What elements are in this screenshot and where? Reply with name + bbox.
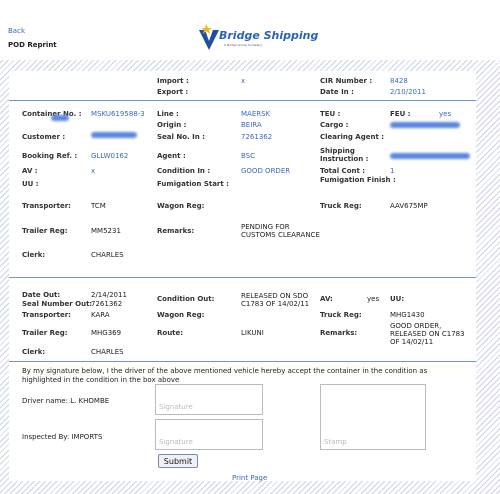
truck-out-label: Truck Reg: (320, 311, 362, 319)
import-value: x (241, 77, 246, 85)
clerk-out-label: Clerk: (22, 348, 46, 356)
driver-name: Driver name: L. KHOMBE (22, 397, 110, 405)
customer-label: Customer : (22, 133, 66, 141)
sealout-label: Seal Number Out: (22, 300, 93, 308)
cargo-label: Cargo : (320, 121, 349, 129)
total-value: 1 (390, 167, 395, 175)
fum-start-label: Fumigation Start : (157, 180, 229, 188)
trailer-out-label: Trailer Reg: (22, 329, 68, 337)
seal-value: 7261362 (241, 133, 273, 141)
condition-out-value: RELEASED ON SDO C1783 OF 14/02/11 (241, 292, 310, 308)
clearing-label: Clearing Agent : (320, 133, 385, 141)
header-bar: Back POD Reprint Bridge Shipping A Bridg… (0, 0, 500, 60)
clerk-value: CHARLES (91, 251, 124, 259)
submit-button[interactable]: Submit (158, 454, 198, 468)
inspected-by: Inspected By: IMPORTS (22, 433, 103, 441)
av-out-label: AV: (320, 295, 333, 303)
shipping-label: Shipping Instruction : (320, 147, 369, 163)
container-value: MSKU619588-3 (91, 110, 145, 118)
total-label: Total Cont : (320, 167, 366, 175)
inspector-signature-box[interactable]: Signature (155, 419, 263, 450)
truck-label: Truck Reg: (320, 202, 362, 210)
feu-label: FEU : (390, 110, 411, 118)
condition-out-label: Condition Out: (157, 295, 215, 303)
signature-placeholder: Signature (159, 403, 193, 411)
print-page-link[interactable]: Print Page (232, 474, 267, 482)
booking-value: GLLW0162 (91, 152, 129, 160)
datein-label: Date In : (320, 88, 354, 96)
route-value: LIKUNI (241, 329, 264, 337)
driver-signature-box[interactable]: Signature (155, 384, 263, 415)
dateout-label: Date Out: (22, 291, 61, 299)
transporter-out-label: Transporter: (22, 311, 71, 319)
remarks-out-value: GOOD ORDER, RELEASED ON C1783 OF 14/02/1… (390, 322, 465, 346)
av-label: AV : (22, 167, 38, 175)
signature-placeholder-2: Signature (159, 438, 193, 446)
origin-value: BEIRA (241, 121, 262, 129)
customer-redacted (91, 132, 137, 138)
divider-bottom (9, 361, 476, 362)
transporter-out-value: KARA (91, 311, 110, 319)
cir-value: 8428 (390, 77, 408, 85)
acceptance-statement: By my signature below, I the driver of t… (22, 367, 428, 384)
brand-tagline: A Bridge Group Company (224, 43, 263, 47)
seal-label: Seal No. In : (157, 133, 205, 141)
route-label: Route: (157, 329, 184, 337)
transporter-value: TCM (91, 202, 106, 210)
export-label: Export : (157, 88, 189, 96)
remarks-value: PENDING FOR CUSTOMS CLEARANCE (241, 223, 320, 239)
cargo-redacted (390, 122, 460, 128)
agent-label: Agent : (157, 152, 186, 160)
truck-out-value: MHG1430 (390, 311, 425, 319)
teu-label: TEU : (320, 110, 341, 118)
av-out-value: yes (367, 295, 380, 303)
container-redacted (51, 115, 69, 121)
clerk-label: Clerk: (22, 251, 46, 259)
av-value: x (91, 167, 96, 175)
wagon-label: Wagon Reg: (157, 202, 205, 210)
dateout-value: 2/14/2011 (91, 291, 127, 299)
uu-out-label: UU: (390, 295, 405, 303)
shipping-redacted (390, 153, 470, 159)
datein-value: 2/10/2011 (390, 88, 426, 96)
transporter-label: Transporter: (22, 202, 71, 210)
clerk-out-value: CHARLES (91, 348, 124, 356)
agent-value: BSC (241, 152, 256, 160)
line-label: Line : (157, 110, 179, 118)
truck-value: AAV675MP (390, 202, 428, 210)
remarks-out-label: Remarks: (320, 329, 358, 337)
remarks-label: Remarks: (157, 227, 195, 235)
divider-top (9, 100, 476, 101)
condition-in-label: Condition In : (157, 167, 211, 175)
line-value: MAERSK (241, 110, 271, 118)
stamp-box[interactable]: Stamp (320, 384, 426, 450)
brand-logo: Bridge Shipping A Bridge Group Company (197, 20, 318, 58)
trailer-out-value: MHG369 (91, 329, 122, 337)
condition-in-value: GOOD ORDER (241, 167, 291, 175)
cir-label: CIR Number : (320, 77, 373, 85)
page-title: POD Reprint (8, 41, 57, 49)
pod-panel: Import : x CIR Number : 8428 Export : Da… (9, 71, 476, 481)
fum-finish-label: Fumigation Finish : (320, 176, 396, 184)
back-link[interactable]: Back (8, 27, 25, 35)
sealout-value: 7261362 (91, 300, 123, 308)
booking-label: Booking Ref. : (22, 152, 78, 160)
feu-value: yes (439, 110, 452, 118)
uu-label: UU : (22, 180, 39, 188)
trailer-value: MM5231 (91, 227, 121, 235)
trailer-label: Trailer Reg: (22, 227, 68, 235)
divider-middle (9, 277, 476, 278)
brand-name: Bridge Shipping (219, 29, 319, 42)
origin-label: Origin : (157, 121, 187, 129)
import-label: Import : (157, 77, 189, 85)
stamp-placeholder: Stamp (324, 438, 347, 446)
wagon-out-label: Wagon Reg: (157, 311, 205, 319)
logo-mark-icon (199, 24, 219, 50)
